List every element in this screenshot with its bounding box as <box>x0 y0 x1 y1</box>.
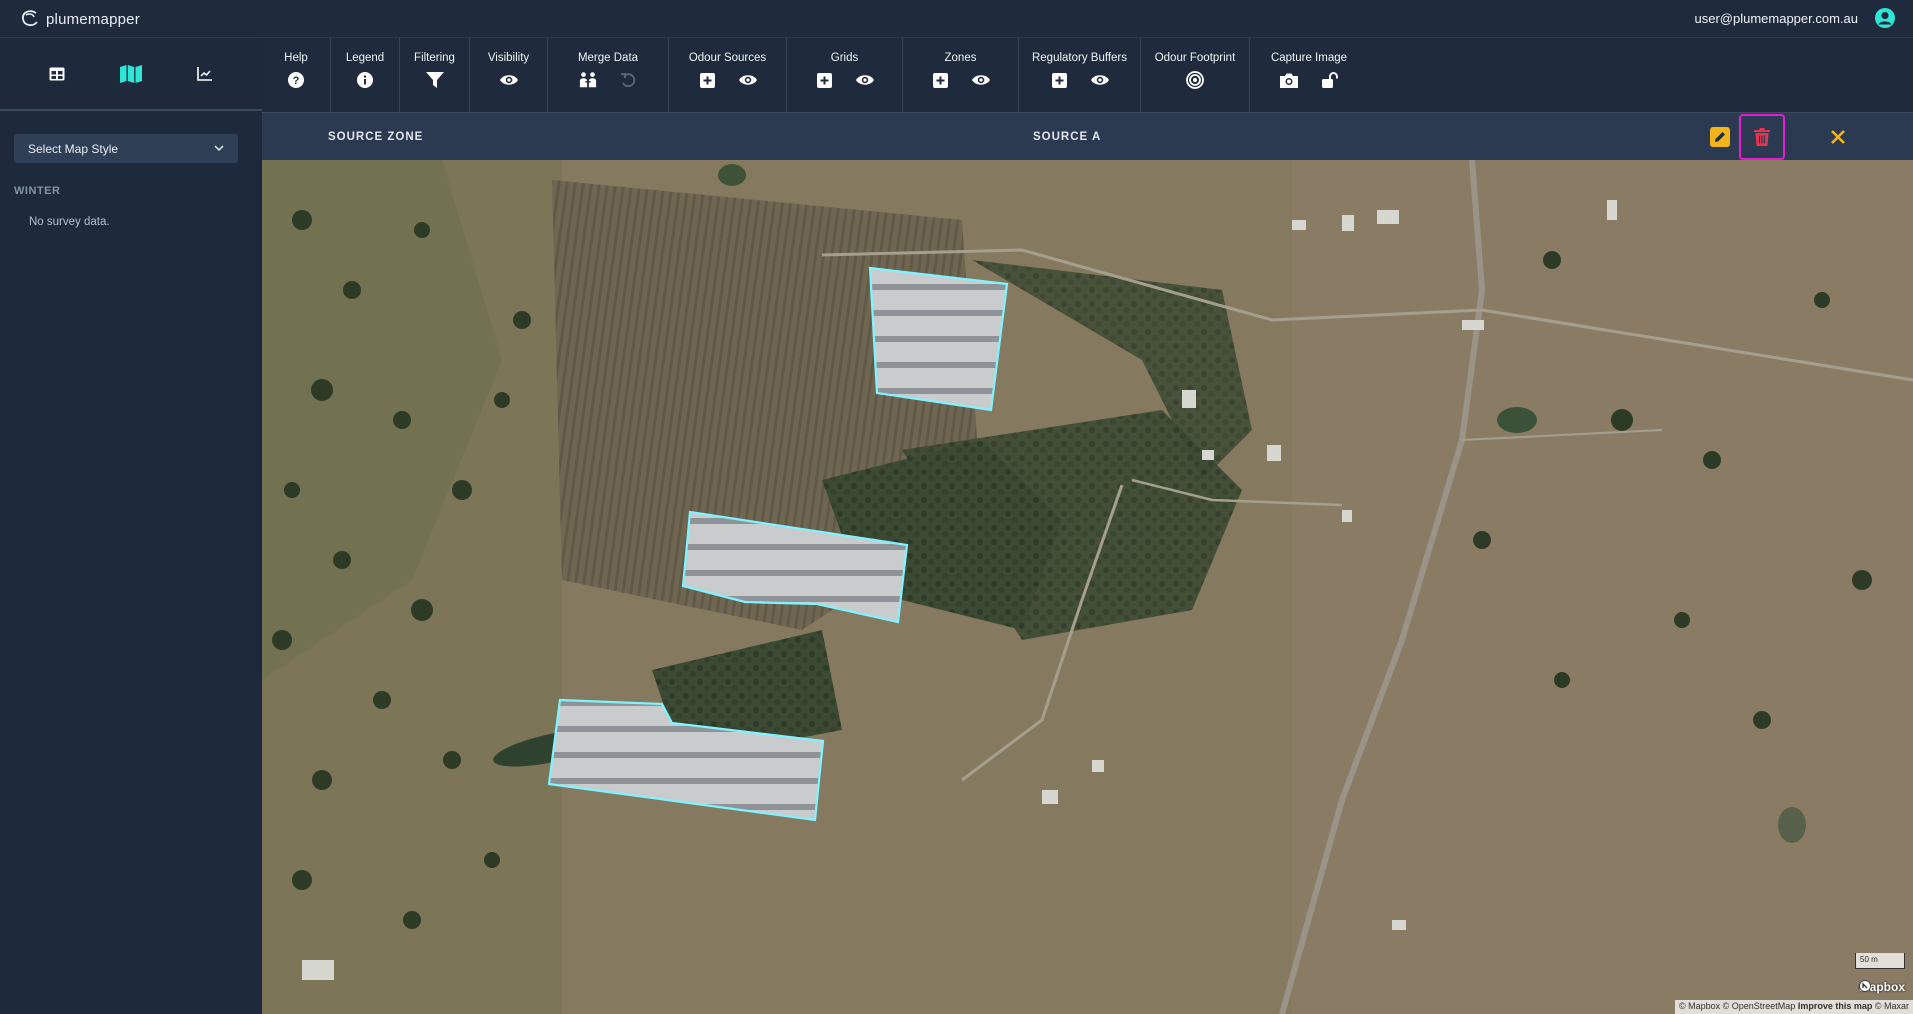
no-survey-data-text: No survey data. <box>29 216 110 228</box>
toolbar-group-odour-footprint: Odour Footprint <box>1141 38 1250 112</box>
pencil-icon <box>1715 132 1725 142</box>
add-buffer-icon[interactable] <box>1051 71 1069 89</box>
eye-icon[interactable] <box>738 71 757 89</box>
toolbar-label-regulatory-buffers: Regulatory Buffers <box>1031 52 1128 64</box>
satellite-map[interactable]: 50 m mapbox © Mapbox © OpenStreetMap Imp… <box>262 160 1913 1014</box>
table-icon <box>49 67 65 80</box>
toolbar-label-capture-image: Capture Image <box>1270 52 1348 64</box>
user-email[interactable]: user@plumemapper.com.au <box>1695 11 1859 26</box>
map-icon <box>120 64 142 83</box>
target-icon[interactable] <box>1186 71 1204 89</box>
attribution-maxar[interactable]: © Maxar <box>1875 1001 1909 1011</box>
plume-logo-icon <box>22 10 38 26</box>
mapbox-logo[interactable]: mapbox <box>1859 980 1905 994</box>
merge-people-icon[interactable] <box>579 71 597 89</box>
add-zone-icon[interactable] <box>932 71 950 89</box>
toolbar-label-grids: Grids <box>830 52 859 64</box>
map-imagery <box>262 160 1913 1014</box>
season-heading: WINTER <box>14 185 61 197</box>
source-name: SOURCE A <box>1033 131 1102 143</box>
toolbar-label-odour-footprint: Odour Footprint <box>1154 52 1236 64</box>
toolbar-group-regulatory-buffers: Regulatory Buffers <box>1019 38 1141 112</box>
toolbar-label-legend: Legend <box>345 52 385 64</box>
map-style-select[interactable]: Select Map Style <box>14 134 238 163</box>
edit-source-button[interactable] <box>1710 127 1730 147</box>
toolbar-label-odour-sources: Odour Sources <box>688 52 767 64</box>
add-source-icon[interactable] <box>699 71 717 89</box>
eye-icon[interactable] <box>971 71 990 89</box>
toolbar-group-zones: Zones <box>903 38 1019 112</box>
mapbox-icon <box>1859 980 1871 992</box>
toolbar-group-merge-data: Merge Data <box>548 38 669 112</box>
eye-icon[interactable] <box>1090 71 1109 89</box>
toolbar-group-help: Help ? <box>262 38 331 112</box>
add-grid-icon[interactable] <box>816 71 834 89</box>
attribution-text[interactable]: © Mapbox © OpenStreetMap <box>1679 1001 1795 1011</box>
chevron-down-icon <box>214 145 224 152</box>
toolbar-group-legend: Legend <box>331 38 400 112</box>
map-toolbar: Help ? Legend Filtering Visibility Merge… <box>262 38 1913 112</box>
help-icon[interactable]: ? <box>287 71 305 89</box>
toolbar-group-visibility: Visibility <box>470 38 548 112</box>
toolbar-label-merge-data: Merge Data <box>577 52 639 64</box>
toolbar-label-zones: Zones <box>944 52 977 64</box>
tab-table-view[interactable] <box>37 54 77 94</box>
toolbar-group-grids: Grids <box>787 38 903 112</box>
map-scale-bar: 50 m <box>1855 953 1905 969</box>
unlock-icon[interactable] <box>1320 71 1338 89</box>
undo-icon[interactable] <box>619 71 637 89</box>
camera-icon[interactable] <box>1280 71 1298 89</box>
tab-map-view[interactable] <box>111 54 151 94</box>
eye-icon[interactable] <box>499 71 518 89</box>
view-tabs <box>0 38 262 111</box>
toolbar-label-visibility: Visibility <box>487 52 530 64</box>
map-style-select-label: Select Map Style <box>28 141 119 156</box>
close-icon <box>1831 130 1845 144</box>
tab-chart-view[interactable] <box>185 54 225 94</box>
left-sidebar: Select Map Style WINTER No survey data. <box>0 38 262 1014</box>
svg-text:?: ? <box>293 75 300 87</box>
app-logo[interactable]: plumemapper <box>20 8 140 30</box>
delete-source-button[interactable] <box>1739 114 1785 160</box>
source-zone-title: SOURCE ZONE <box>328 131 424 143</box>
filter-icon[interactable] <box>425 71 444 89</box>
map-attribution: © Mapbox © OpenStreetMap Improve this ma… <box>1674 1000 1913 1014</box>
eye-icon[interactable] <box>855 71 874 89</box>
toolbar-label-filtering: Filtering <box>414 52 455 64</box>
toolbar-group-odour-sources: Odour Sources <box>669 38 787 112</box>
user-avatar-icon[interactable] <box>1874 7 1896 29</box>
source-zone-header: SOURCE ZONE SOURCE A <box>262 112 1913 160</box>
info-icon[interactable] <box>356 71 374 89</box>
top-bar: plumemapper user@plumemapper.com.au <box>0 0 1913 38</box>
improve-map-link[interactable]: Improve this map <box>1798 1001 1873 1011</box>
toolbar-group-capture-image: Capture Image <box>1250 38 1368 112</box>
close-zone-button[interactable] <box>1826 125 1850 149</box>
toolbar-label-help: Help <box>284 52 308 64</box>
app-logo-text: plumemapper <box>46 10 140 28</box>
toolbar-group-filtering: Filtering <box>400 38 470 112</box>
chart-icon <box>197 66 212 81</box>
trash-icon <box>1754 128 1770 146</box>
